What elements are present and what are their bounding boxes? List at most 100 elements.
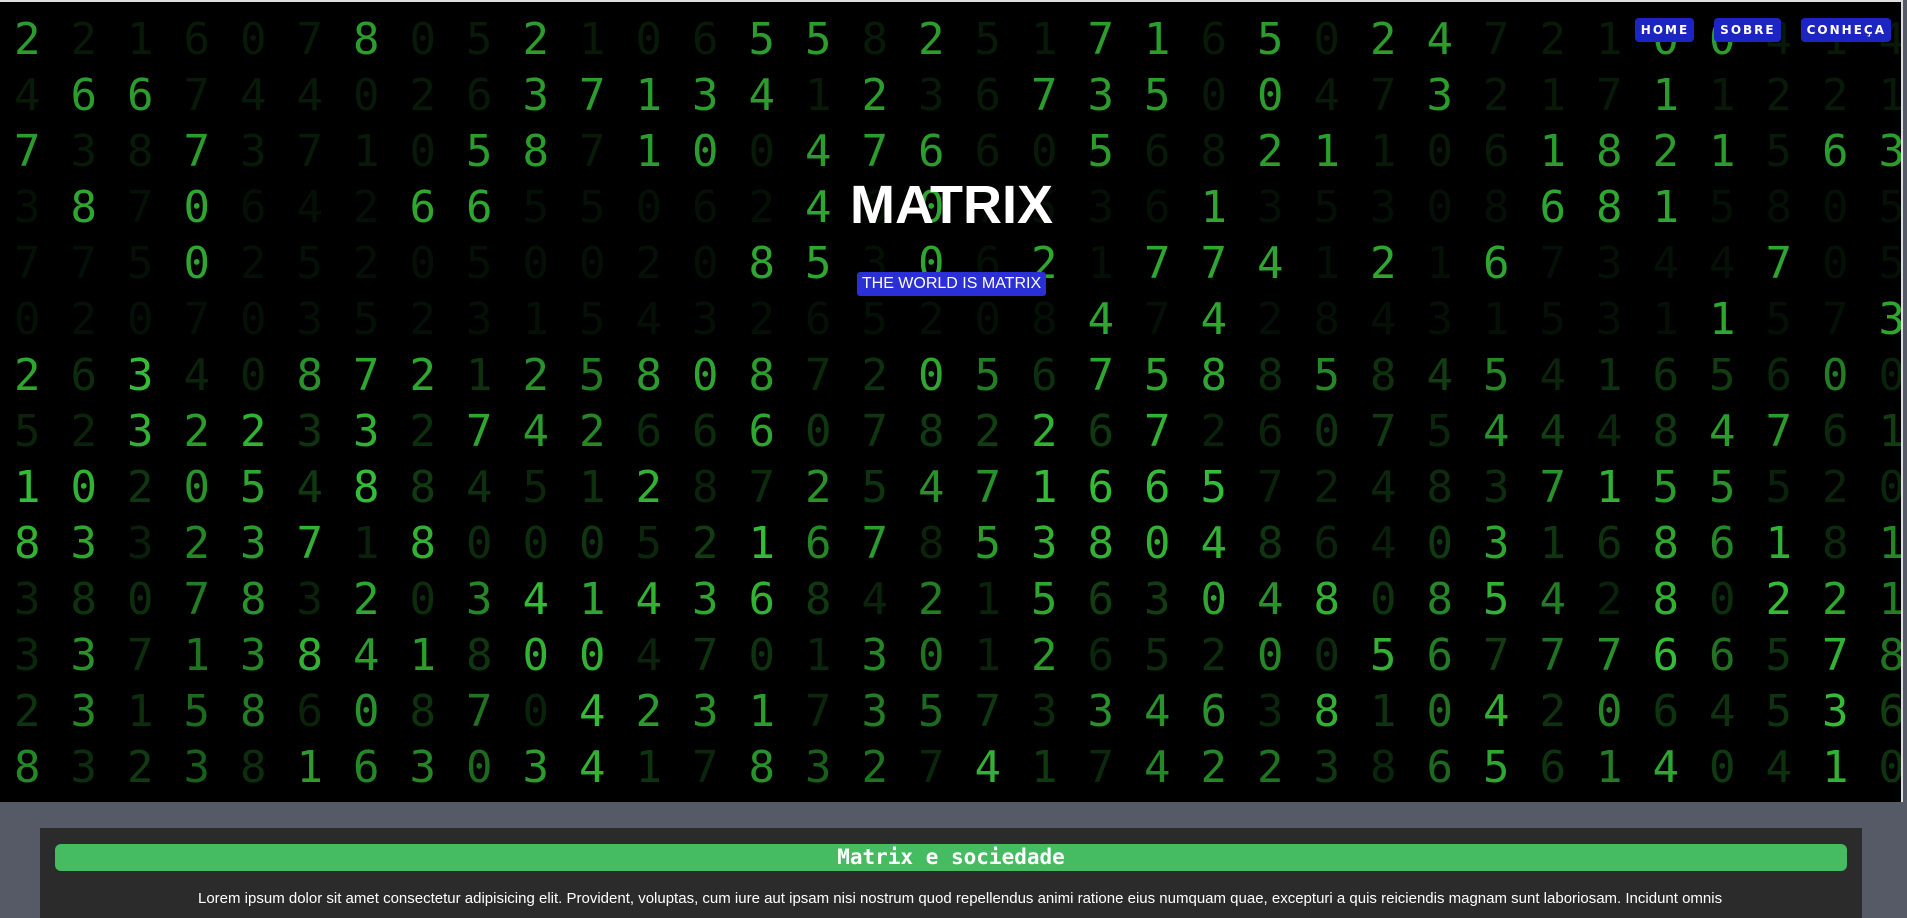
rain-digit: 4: [805, 126, 832, 177]
rain-digit: 6: [692, 406, 719, 457]
rain-digit: 7: [1144, 294, 1171, 345]
rain-digit: 8: [749, 742, 776, 793]
rain-digit: 2: [918, 294, 945, 345]
rain-digit: 5: [466, 14, 493, 65]
rain-digit: 3: [1596, 294, 1623, 345]
rain-digit: 7: [297, 126, 324, 177]
rain-digit: 0: [1314, 14, 1341, 65]
nav-about-button[interactable]: SOBRE: [1714, 18, 1781, 42]
rain-digit: 3: [14, 630, 41, 681]
nav-home-button[interactable]: HOME: [1634, 18, 1695, 42]
rain-digit: 0: [636, 14, 663, 65]
rain-digit: 6: [1822, 406, 1849, 457]
rain-digit: 3: [1427, 70, 1454, 121]
rain-digit: 6: [127, 70, 154, 121]
rain-digit: 0: [466, 518, 493, 569]
rain-digit: 2: [636, 686, 663, 737]
rain-digit: 4: [1144, 686, 1171, 737]
rain-digit: 2: [1653, 126, 1680, 177]
rain-digit: 6: [1540, 742, 1567, 793]
rain-digit: 0: [127, 294, 154, 345]
rain-digit: 3: [918, 70, 945, 121]
rain-digit: 3: [71, 742, 98, 793]
rain-digit: 7: [579, 70, 606, 121]
rain-digit: 1: [1879, 574, 1904, 625]
rain-digit: 2: [127, 462, 154, 513]
rain-digit: 4: [1540, 574, 1567, 625]
rain-digit: 5: [975, 518, 1002, 569]
rain-digit: 7: [692, 630, 719, 681]
rain-digit: 2: [1822, 574, 1849, 625]
rain-digit: 1: [1879, 406, 1904, 457]
rain-digit: 5: [14, 406, 41, 457]
rain-digit: 2: [410, 406, 437, 457]
rain-digit: 2: [353, 574, 380, 625]
rain-digit: 0: [1427, 518, 1454, 569]
rain-digit: 8: [1596, 126, 1623, 177]
rain-digit: 8: [353, 14, 380, 65]
rain-digit: 2: [1540, 14, 1567, 65]
rain-digit: 2: [1596, 574, 1623, 625]
rain-digit: 3: [1031, 518, 1058, 569]
rain-digit: 6: [1483, 126, 1510, 177]
rain-digit: 1: [466, 350, 493, 401]
rain-digit: 8: [1031, 294, 1058, 345]
rain-digit: 0: [71, 462, 98, 513]
rain-digit: 1: [975, 630, 1002, 681]
rain-digit: 5: [466, 126, 493, 177]
rain-digit: 4: [1427, 350, 1454, 401]
rain-digit: 1: [1879, 518, 1904, 569]
rain-digit: 0: [975, 294, 1002, 345]
rain-digit: 1: [1540, 518, 1567, 569]
rain-digit: 4: [1596, 406, 1623, 457]
rain-digit: 5: [1766, 630, 1793, 681]
rain-digit: 1: [1766, 518, 1793, 569]
rain-digit: 4: [523, 406, 550, 457]
rain-digit: 1: [1031, 742, 1058, 793]
rain-digit: 2: [579, 406, 606, 457]
rain-digit: 5: [1766, 462, 1793, 513]
rain-digit: 1: [1540, 70, 1567, 121]
rain-digit: 4: [862, 574, 889, 625]
rain-digit: 2: [1766, 70, 1793, 121]
rain-digit: 7: [862, 126, 889, 177]
rain-digit: 5: [1144, 70, 1171, 121]
rain-digit: 5: [1257, 14, 1284, 65]
rain-digit: 1: [297, 742, 324, 793]
rain-digit: 6: [1653, 686, 1680, 737]
rain-digit: 8: [523, 126, 550, 177]
rain-digit: 4: [636, 574, 663, 625]
rain-digit: 4: [1201, 518, 1228, 569]
rain-digit: 3: [692, 574, 719, 625]
rain-digit: 3: [240, 518, 267, 569]
rain-digit: 1: [1031, 14, 1058, 65]
rain-digit: 2: [862, 70, 889, 121]
rain-digit: 8: [1653, 518, 1680, 569]
hero-subtitle: THE WORLD IS MATRIX: [856, 272, 1047, 296]
rain-digit: 4: [1483, 406, 1510, 457]
rain-digit: 2: [1314, 462, 1341, 513]
rain-digit: 3: [127, 406, 154, 457]
rain-digit: 3: [1144, 574, 1171, 625]
rain-digit: 3: [692, 70, 719, 121]
section-title: Matrix e sociedade: [55, 844, 1847, 871]
rain-digit: 1: [749, 686, 776, 737]
rain-digit: 8: [1822, 518, 1849, 569]
rain-digit: 5: [1314, 350, 1341, 401]
rain-digit: 2: [184, 406, 211, 457]
rain-digit: 1: [1596, 742, 1623, 793]
rain-digit: 6: [692, 14, 719, 65]
rain-digit: 4: [1144, 742, 1171, 793]
rain-digit: 5: [862, 462, 889, 513]
rain-digit: 0: [523, 518, 550, 569]
rain-digit: 8: [1653, 574, 1680, 625]
rain-digit: 5: [1483, 742, 1510, 793]
rain-digit: 8: [805, 574, 832, 625]
rain-digit: 1: [1709, 126, 1736, 177]
rain-digit: 2: [523, 350, 550, 401]
nav-discover-button[interactable]: CONHEÇA: [1800, 18, 1891, 42]
rain-digit: 5: [1370, 630, 1397, 681]
rain-digit: 7: [297, 14, 324, 65]
rain-digit: 0: [1201, 574, 1228, 625]
rain-digit: 1: [579, 574, 606, 625]
